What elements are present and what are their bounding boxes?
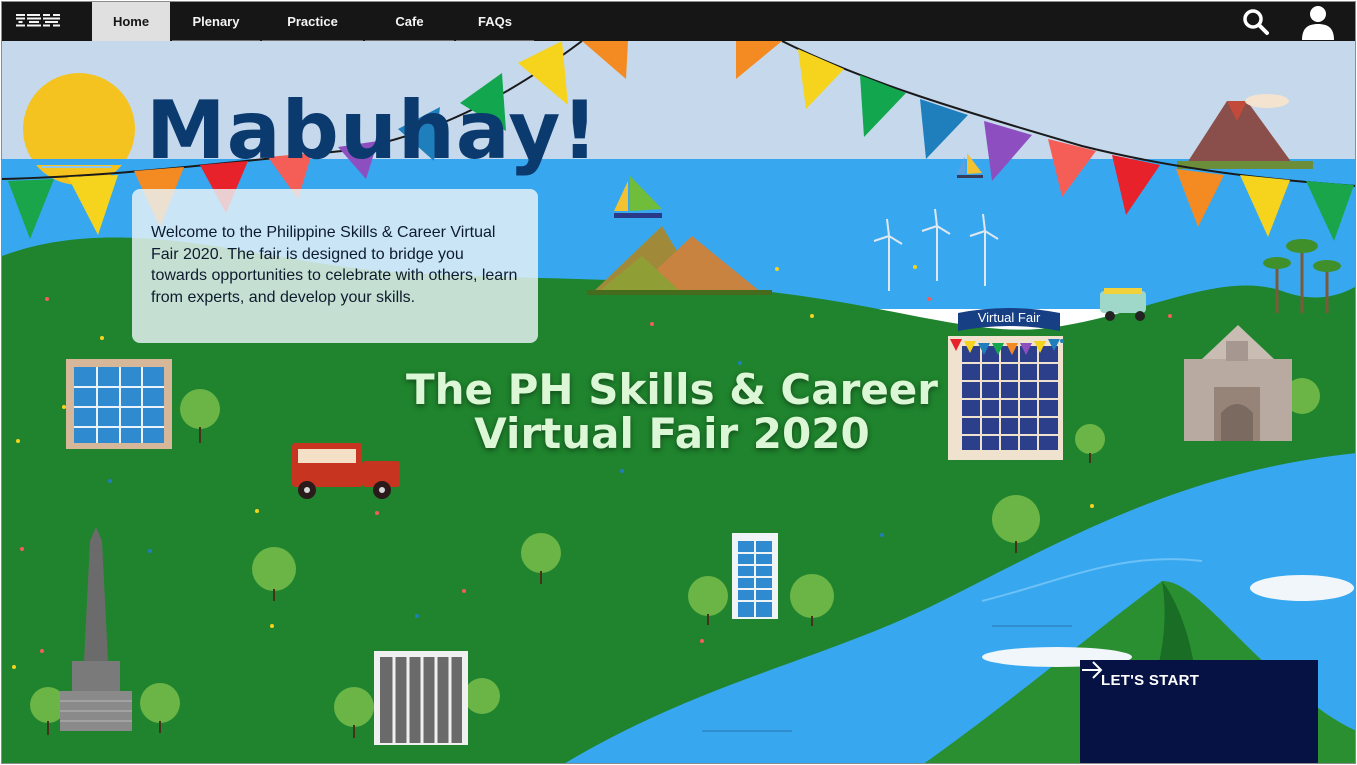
sun-icon	[23, 73, 135, 185]
tab-cafe-label: Cafe	[395, 13, 424, 29]
virtual-fair-banner: Virtual Fair	[977, 310, 1041, 325]
arrow-right-icon	[1082, 661, 1103, 679]
tab-home-label: Home	[112, 14, 150, 29]
grey-building-icon	[374, 651, 468, 745]
lets-start-button[interactable]: LET'S START	[1080, 660, 1318, 763]
fair-map: Mabuhay! Welcome to the Philippine Skill…	[2, 41, 1355, 763]
search-icon[interactable]	[1236, 2, 1276, 41]
app-frame: Home Plenary Practice Cafe FAQs Mabuhay!…	[1, 1, 1356, 764]
tab-faqs-label: FAQs	[478, 13, 512, 29]
tab-plenary[interactable]: Plenary	[172, 2, 260, 41]
hero-title: Mabuhay!	[146, 84, 599, 177]
welcome-text: Welcome to the Philippine Skills & Caree…	[151, 224, 518, 306]
tab-home[interactable]: Home	[92, 2, 170, 41]
fair-title-line-1: The PH Skills & Career	[405, 365, 938, 414]
tab-faqs[interactable]: FAQs	[456, 2, 534, 41]
fair-title-line-2: Virtual Fair 2020	[474, 409, 870, 458]
fair-title: The PH Skills & Career Virtual Fair 2020	[397, 368, 947, 456]
user-icon[interactable]	[1296, 2, 1340, 41]
tab-cafe[interactable]: Cafe	[365, 2, 454, 41]
top-nav: Home Plenary Practice Cafe FAQs	[2, 2, 1355, 41]
lets-start-label: LET'S START	[1101, 672, 1200, 689]
tab-practice[interactable]: Practice	[262, 2, 363, 41]
office-building-icon	[66, 359, 172, 449]
tab-practice-label: Practice	[287, 13, 338, 29]
welcome-card: Welcome to the Philippine Skills & Caree…	[132, 189, 538, 343]
tower-building-icon	[732, 533, 778, 619]
tab-plenary-label: Plenary	[192, 13, 240, 29]
ibm-logo[interactable]	[16, 12, 62, 30]
